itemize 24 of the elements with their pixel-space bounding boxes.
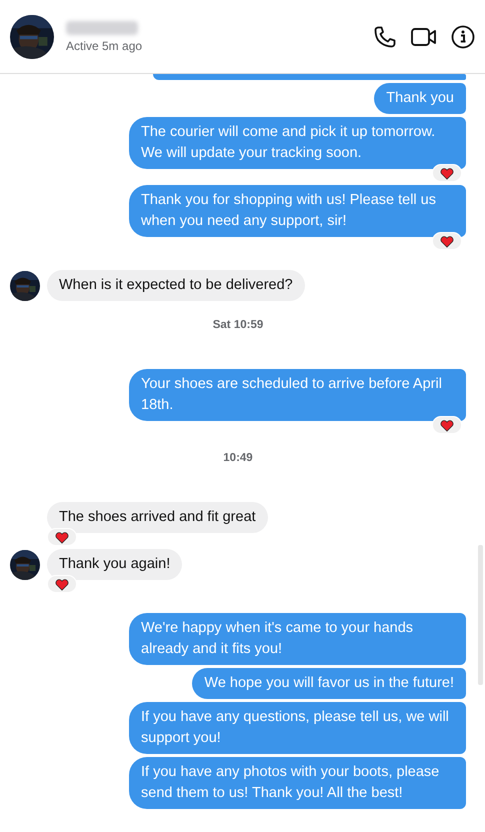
message-bubble: Thank you for shopping with us! Please tell us when you need any support, sir! [129,185,466,237]
message-bubble: The shoes arrived and fit great [47,502,268,533]
message-bubble: Your shoes are scheduled to arrive before April 18th. [129,369,466,421]
heart-reaction-icon[interactable] [47,528,77,546]
scrollbar[interactable] [478,545,483,685]
heart-reaction-icon[interactable] [432,416,462,434]
message-bubble: If you have any questions, please tell us, we will support you! [129,702,466,754]
message-bubble: We're happy when it's came to your hands already and it fits you! [129,613,466,665]
message-bubble: If you have any photos with your boots, please send them to us! Thank you! All the best! [129,757,466,809]
info-icon[interactable] [451,24,475,48]
message-bubble: Thank you [374,83,466,114]
phone-icon[interactable] [373,24,397,48]
heart-reaction-icon[interactable] [432,164,462,182]
video-camera-icon[interactable] [411,26,437,46]
message-bubble: Thank you again! [47,549,182,580]
heart-reaction-icon[interactable] [432,232,462,250]
timestamp: Sat 10:59 [212,319,264,331]
message-bubble: We hope you will favor us in the future! [192,668,466,699]
blurred-name [66,20,138,34]
message-bubble: When is it expected to be delivered? [47,270,305,301]
timestamp: 10:49 [223,452,253,464]
message-bubble: The courier will come and pick it up tomorrow. We will update your tracking soon. [129,117,466,169]
heart-reaction-icon[interactable] [47,575,77,593]
active-status: Active 5m ago [66,38,144,52]
